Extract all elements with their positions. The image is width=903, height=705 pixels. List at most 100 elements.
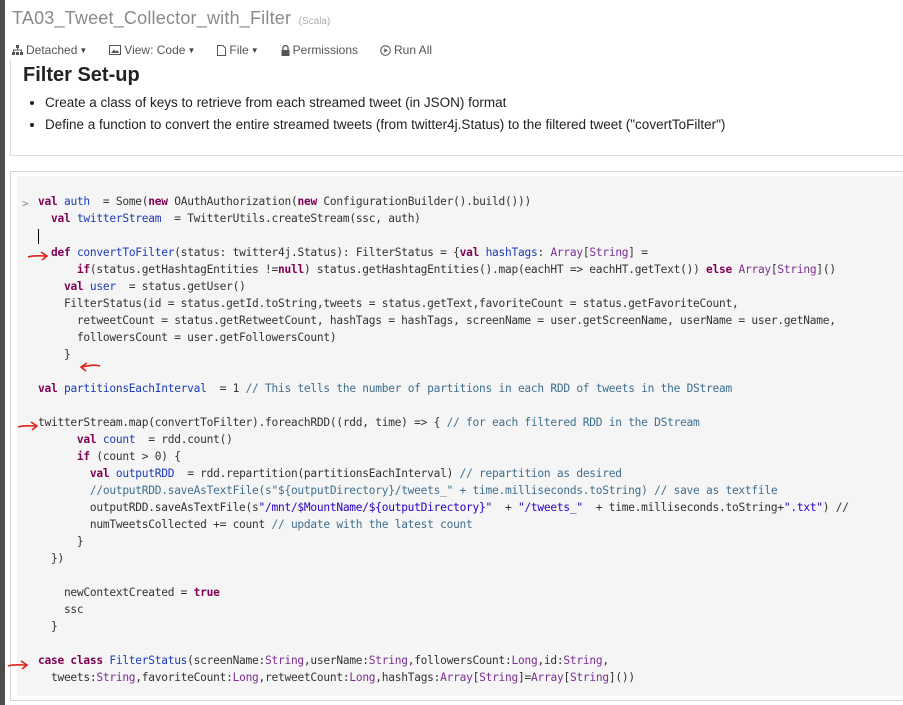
code-token: user: [89, 280, 116, 293]
code-token: followersCount = user.getFollowersCount): [38, 331, 337, 344]
code-token: ](): [816, 263, 836, 276]
code-token: newContextCreated =: [38, 586, 194, 599]
code-token: val: [89, 467, 116, 480]
notebook-header: TA03_Tweet_Collector_with_Filter (Scala): [12, 8, 330, 29]
view-code-menu[interactable]: View: Code ▼: [109, 42, 195, 58]
play-circle-icon: [380, 44, 391, 56]
code-token: Long: [349, 671, 376, 684]
code-token: null: [277, 263, 304, 276]
code-line: val twitterStream = TwitterUtils.createS…: [38, 210, 849, 227]
code-line: if(status.getHashtagEntities !=null) sta…: [38, 261, 849, 278]
code-token: auth: [63, 195, 90, 208]
code-line: outputRDD.saveAsTextFile(s"/mnt/$MountNa…: [38, 499, 849, 516]
code-token: case class: [38, 654, 110, 667]
code-token: +: [492, 501, 518, 514]
code-token: def: [50, 246, 77, 259]
code-token: String: [777, 263, 817, 276]
chevron-down-icon: ▼: [187, 45, 196, 55]
notebook-title: TA03_Tweet_Collector_with_Filter: [12, 8, 292, 28]
code-token: val: [50, 212, 77, 225]
code-token: if: [76, 450, 97, 463]
code-token: ]=: [518, 671, 531, 684]
code-token: // update with the latest count: [271, 518, 473, 531]
code-line: }: [38, 346, 849, 363]
code-editor-text[interactable]: val auth = Some(new OAuthAuthorization(n…: [38, 193, 849, 686]
permissions-button[interactable]: Permissions: [281, 42, 358, 58]
code-token: val: [76, 433, 103, 446]
code-token: twitterStream.map(convertToFilter).forea…: [38, 416, 447, 429]
cell-prompt: >: [22, 197, 29, 210]
code-line: }): [38, 550, 849, 567]
code-token: Array: [738, 263, 771, 276]
code-token: FilterStatus(id = status.getId.toString,…: [38, 297, 739, 310]
code-line: tweets:String,favoriteCount:Long,retweet…: [38, 669, 849, 686]
code-token: val: [38, 382, 64, 395]
code-token: hashTags: [485, 246, 538, 259]
section-heading: Filter Set-up: [23, 64, 140, 86]
code-line: val count = rdd.count(): [38, 431, 849, 448]
code-token: "/tweets_": [517, 501, 583, 514]
code-token: Array: [440, 671, 473, 684]
code-token: String: [479, 671, 519, 684]
code-token: tweets:: [38, 671, 97, 684]
code-line: val outputRDD = rdd.repartition(partitio…: [38, 465, 849, 482]
code-token: String: [569, 671, 609, 684]
sitemap-icon: [12, 45, 23, 55]
code-token: (screenName:: [187, 654, 265, 667]
file-menu[interactable]: File ▼: [217, 42, 259, 58]
code-token: String: [96, 671, 136, 684]
code-token: new: [148, 195, 175, 208]
code-token: outputRDD.saveAsTextFile(s: [38, 501, 259, 514]
markdown-cell[interactable]: Filter Set-up Create a class of keys to …: [10, 60, 903, 156]
code-token: outputRDD: [115, 467, 175, 480]
code-token: ,followersCount:: [407, 654, 512, 667]
code-token: = 1: [206, 382, 246, 395]
detached-label: Detached: [26, 43, 78, 57]
detached-menu[interactable]: Detached ▼: [12, 42, 87, 58]
code-line: val user = status.getUser(): [38, 278, 849, 295]
code-line: }: [38, 618, 849, 635]
code-token: ,favoriteCount:: [135, 671, 233, 684]
code-token: // repartition as desired: [459, 467, 622, 480]
code-token: "/mnt/$MountName/${outputDirectory}": [258, 501, 493, 514]
notebook-language: (Scala): [298, 16, 331, 27]
code-token: partitionsEachInterval: [63, 382, 207, 395]
code-token: ) //: [822, 501, 849, 514]
code-token: ".txt": [783, 501, 823, 514]
code-token: Array: [531, 671, 564, 684]
code-token: + time.milliseconds.toString+: [582, 501, 784, 514]
code-token: ,retweetCount:: [258, 671, 350, 684]
view-code-label: View: Code: [124, 43, 186, 57]
code-token: // This tells the number of partitions i…: [245, 382, 733, 395]
code-token: ssc: [38, 603, 84, 616]
list-item: Define a function to convert the entire …: [45, 114, 725, 136]
run-all-button[interactable]: Run All: [380, 42, 432, 58]
chevron-down-icon: ▼: [79, 45, 88, 55]
code-line: newContextCreated = true: [38, 584, 849, 601]
code-token: true: [193, 586, 220, 599]
notebook-toolbar: Detached ▼ View: Code ▼ File ▼ Permissio…: [12, 42, 454, 58]
code-line: }: [38, 533, 849, 550]
code-token: :: [537, 246, 551, 259]
code-token: }: [38, 535, 84, 548]
chevron-down-icon: ▼: [250, 45, 259, 55]
image-icon: [109, 45, 122, 55]
run-all-label: Run All: [394, 43, 433, 57]
code-token: ,id:: [537, 654, 564, 667]
code-token: ,: [602, 654, 609, 667]
code-token: String: [265, 654, 304, 667]
code-token: convertToFilter: [76, 246, 175, 259]
code-token: twitterStream: [76, 212, 162, 225]
code-token: = rdd.repartition(partitionsEachInterval…: [174, 467, 460, 480]
code-token: else: [706, 263, 739, 276]
code-line: case class FilterStatus(screenName:Strin…: [38, 652, 849, 669]
code-token: }: [38, 348, 71, 361]
red-arrow-icon: [7, 660, 29, 670]
